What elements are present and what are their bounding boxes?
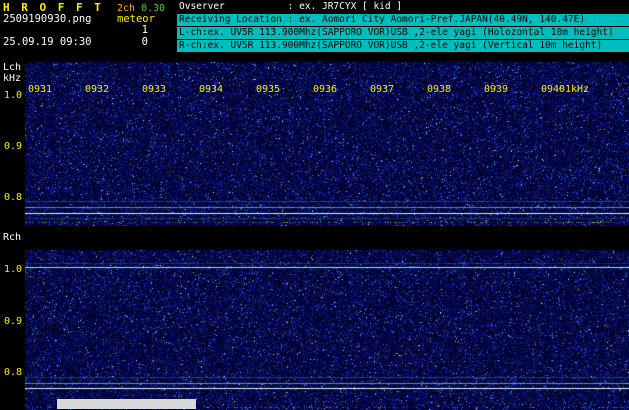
- freq-edge-label: 1kHz: [565, 84, 590, 95]
- progress-bar: [57, 399, 196, 409]
- lch-tick-label: 1.0: [4, 90, 23, 101]
- rch-tick-label: 0.9: [4, 316, 23, 327]
- output-filename: 2509190930.png: [3, 13, 92, 25]
- time-label: 0932: [85, 84, 110, 95]
- freq-unit-label: kHz: [3, 73, 22, 84]
- app-title: H R O F F T: [3, 1, 104, 14]
- rch-config-line: R-ch:ex. UV5R 113.900Mhz(SAPPORO VOR)USB…: [177, 40, 629, 52]
- time-label: 0939: [484, 84, 509, 95]
- rch-tick-label: 1.0: [4, 264, 23, 275]
- time-label: 0936: [313, 84, 338, 95]
- rch-spectrogram: [25, 250, 629, 410]
- observer-line: Ovserver : ex. JR7CYX [ kid ]: [179, 1, 403, 12]
- datetime-label: 25.09.19 09:30: [3, 36, 92, 48]
- meteor-label: meteor: [117, 13, 155, 25]
- meteor-count-long: 1: [141, 24, 148, 36]
- time-label: 0933: [142, 84, 167, 95]
- time-label: 0938: [427, 84, 452, 95]
- time-label: 0937: [370, 84, 395, 95]
- rch-axis-label: Rch: [3, 232, 22, 243]
- rch-tick-label: 0.8: [4, 367, 23, 378]
- time-label: 0934: [199, 84, 224, 95]
- lch-config-line: L-ch:ex. UV5R 113.900Mhz(SAPPORO VOR)USB…: [177, 27, 629, 39]
- hrofft-window: H R O F F T 2ch 0.30 2509190930.png mete…: [0, 0, 629, 410]
- time-label: 0940: [541, 84, 566, 95]
- meteor-count-total: 0: [141, 36, 148, 48]
- lch-tick-label: 0.9: [4, 141, 23, 152]
- station-info-block: Ovserver : ex. JR7CYX [ kid ] Receiving …: [177, 1, 629, 53]
- time-label: 0931: [28, 84, 53, 95]
- lch-axis-label: Lch: [3, 62, 22, 73]
- location-line: Receiving Location : ex. Aomori City Aom…: [177, 14, 629, 26]
- time-label: 0935: [256, 84, 281, 95]
- lch-tick-label: 0.8: [4, 192, 23, 203]
